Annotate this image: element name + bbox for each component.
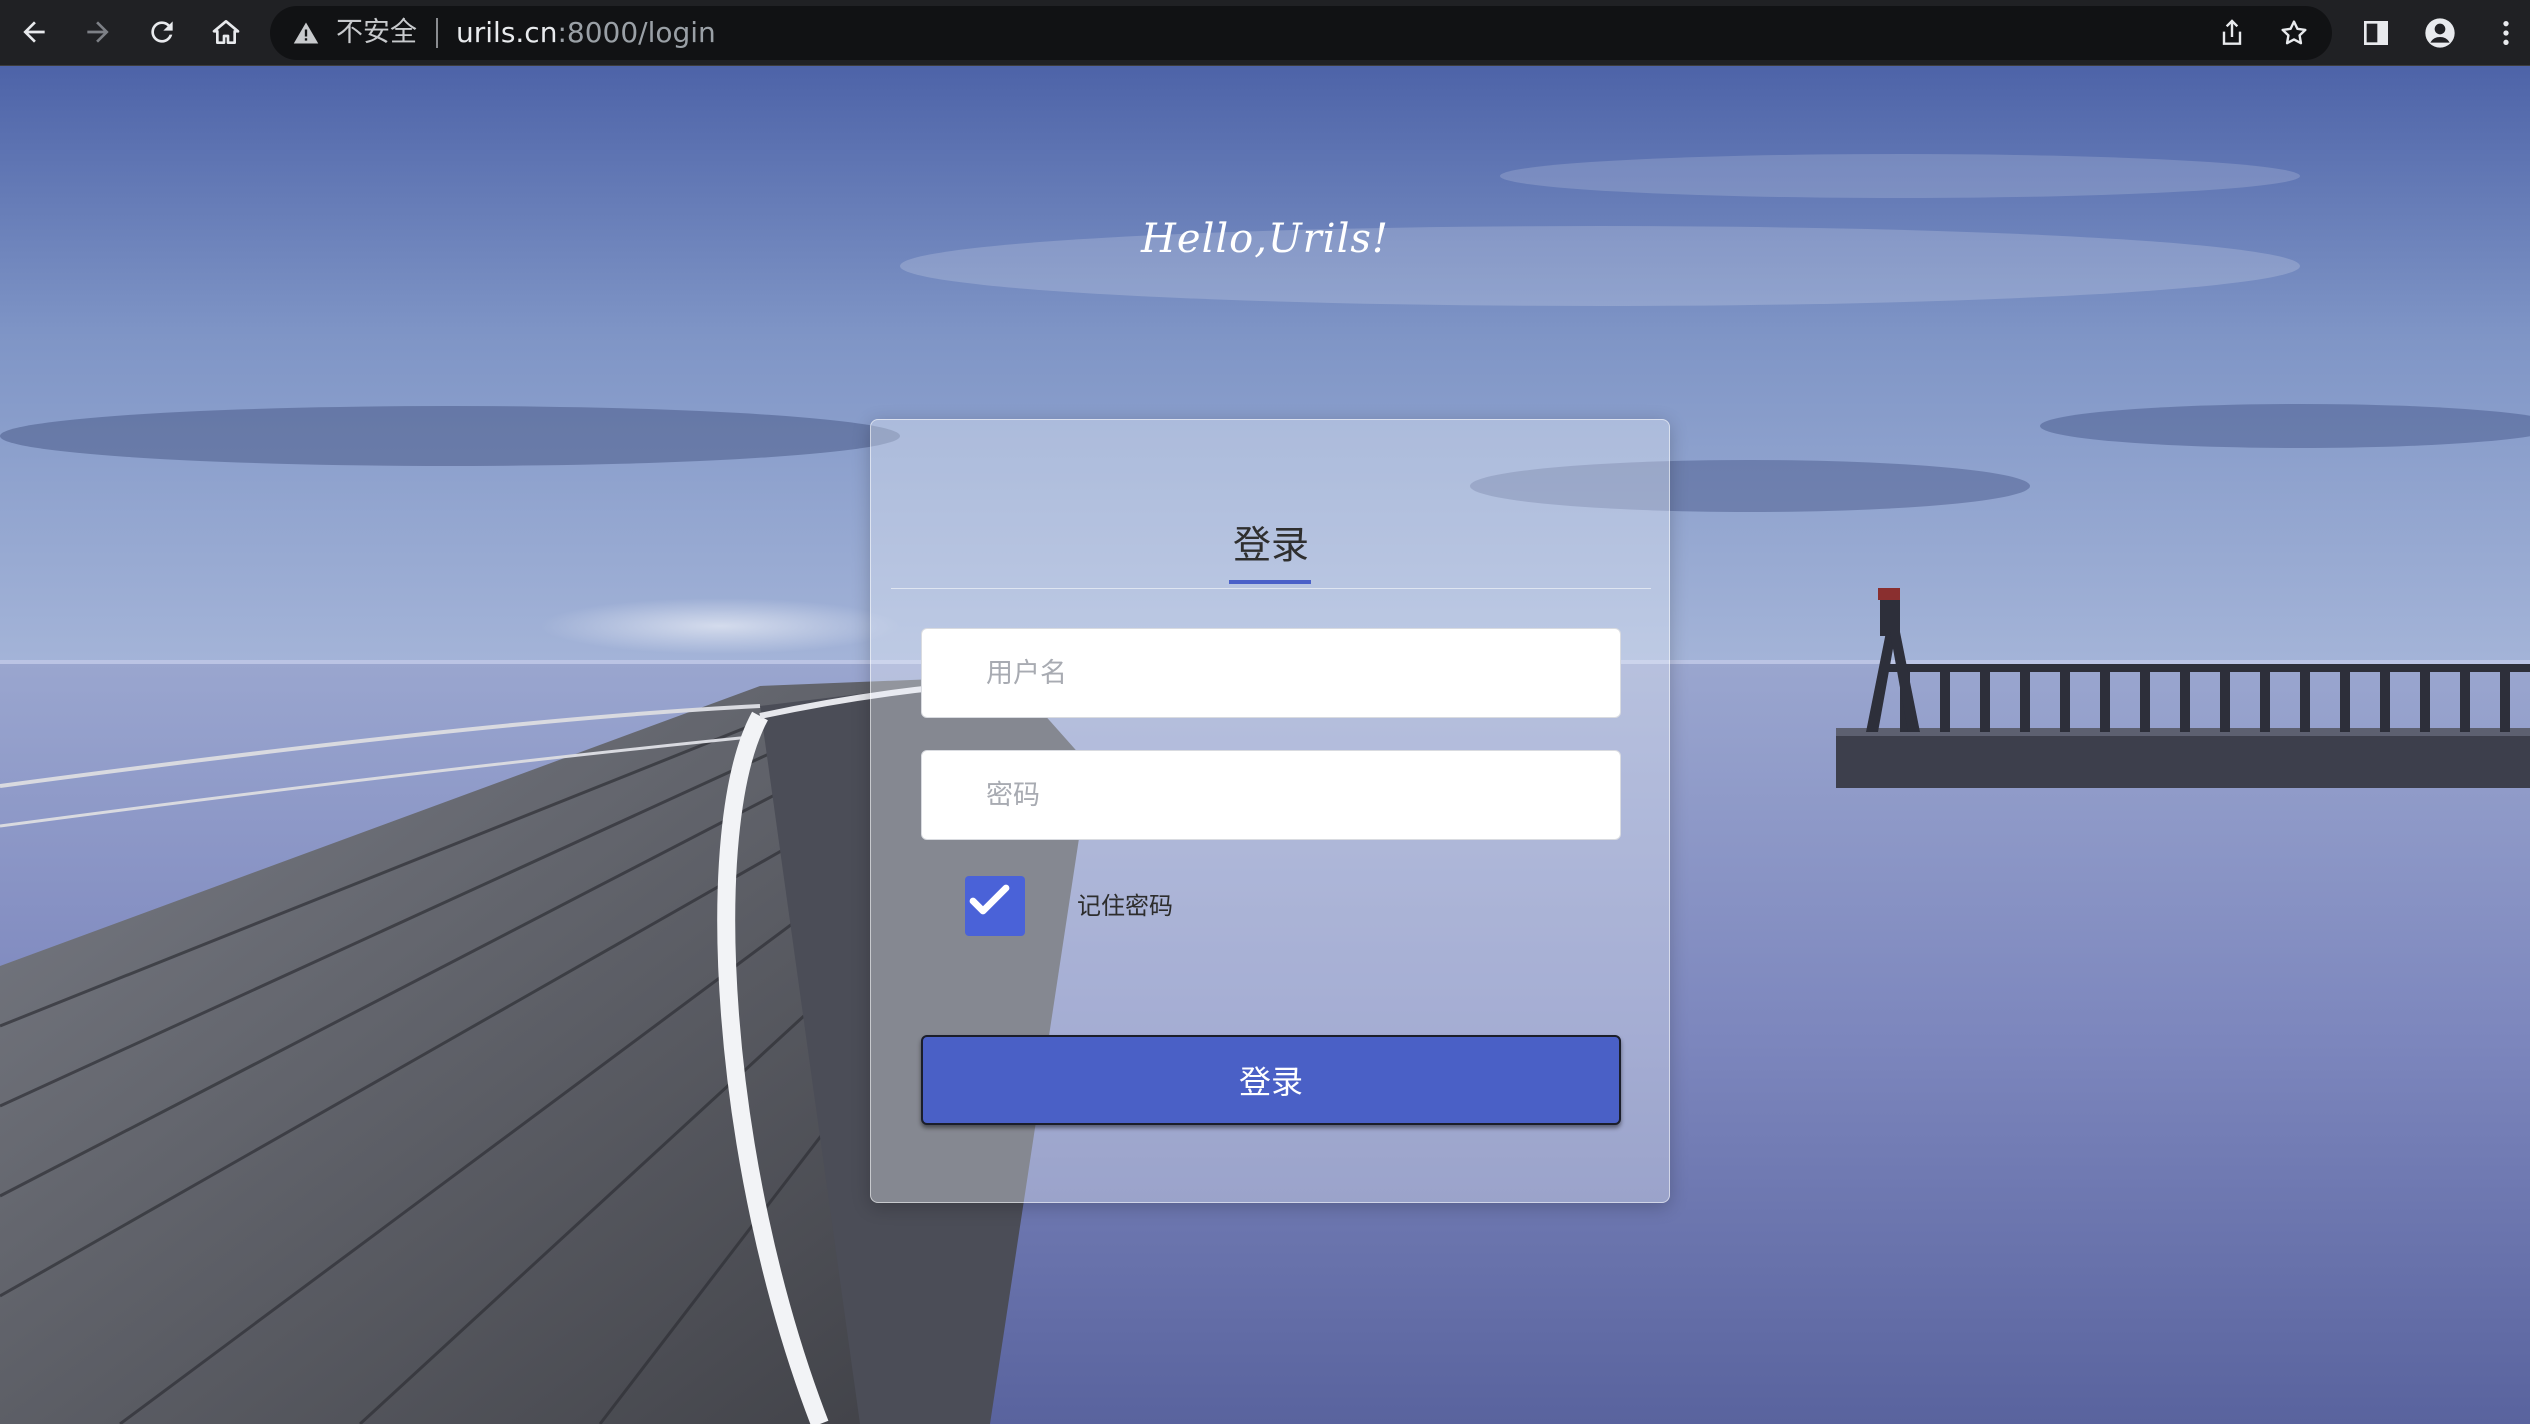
security-status[interactable]: 不安全 xyxy=(336,16,417,50)
profile-icon xyxy=(2425,18,2455,48)
home-icon xyxy=(212,20,240,44)
divider xyxy=(436,18,438,48)
browser-toolbar: 不安全 urils.cn:8000/login xyxy=(0,0,2530,66)
side-panel-button[interactable] xyxy=(2356,13,2396,53)
reload-icon xyxy=(151,21,173,43)
title-underline xyxy=(1229,580,1311,584)
forward-button[interactable] xyxy=(78,12,118,52)
username-field[interactable] xyxy=(921,628,1621,718)
username-input[interactable] xyxy=(984,656,1620,690)
checkmark-icon xyxy=(969,884,1010,915)
login-title: 登录 xyxy=(1232,523,1309,567)
back-icon xyxy=(23,21,45,43)
reload-button[interactable] xyxy=(142,12,182,52)
url-text[interactable]: urils.cn:8000/login xyxy=(456,16,716,50)
url-host: urils.cn xyxy=(456,16,558,49)
greeting-heading: Hello,Urils! xyxy=(1141,216,1389,262)
password-input[interactable] xyxy=(984,778,1620,812)
menu-icon xyxy=(2503,21,2509,45)
profile-button[interactable] xyxy=(2420,13,2460,53)
url-path: :8000/login xyxy=(557,16,716,49)
star-icon[interactable] xyxy=(2278,17,2310,49)
side-panel-icon xyxy=(2364,21,2388,45)
password-field[interactable] xyxy=(921,750,1621,840)
home-button[interactable] xyxy=(206,12,246,52)
forward-icon xyxy=(87,21,109,43)
title-divider xyxy=(891,588,1651,589)
menu-button[interactable] xyxy=(2486,13,2526,53)
remember-checkbox[interactable] xyxy=(965,876,1025,936)
warning-icon xyxy=(293,22,319,44)
address-bar[interactable]: 不安全 urils.cn:8000/login xyxy=(270,6,2332,60)
back-button[interactable] xyxy=(14,12,54,52)
login-card: 登录 记住密码 登录 xyxy=(870,419,1670,1203)
remember-label[interactable]: 记住密码 xyxy=(1077,888,1173,924)
login-button[interactable]: 登录 xyxy=(921,1035,1621,1125)
share-icon[interactable] xyxy=(2216,17,2248,49)
page-content: Hello,Urils! 登录 记住密码 登录 xyxy=(0,66,2530,1424)
